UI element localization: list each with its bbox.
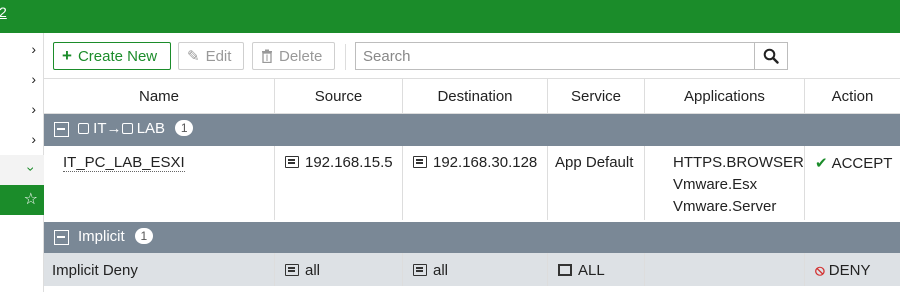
application-item: Vmware.Esx	[673, 176, 758, 193]
group-label-implicit: Implicit	[78, 228, 125, 245]
chevron-down-icon: ›	[23, 166, 40, 172]
sidebar-item-3[interactable]: ›	[0, 95, 44, 125]
delete-label: Delete	[279, 47, 323, 65]
chevron-right-icon: ›	[31, 71, 36, 87]
cell-name[interactable]: Implicit Deny	[44, 253, 275, 286]
pencil-icon: ✎	[187, 48, 200, 65]
column-header-destination[interactable]: Destination	[403, 78, 548, 114]
cell-destination[interactable]: all	[403, 253, 548, 286]
group-count-badge: 1	[175, 120, 194, 136]
search-input[interactable]	[355, 42, 755, 70]
application-item: HTTPS.BROWSER	[673, 154, 804, 171]
source-value: all	[305, 262, 321, 279]
column-header-service[interactable]: Service	[548, 78, 645, 114]
sidebar-item-favorite[interactable]: ☆	[0, 185, 44, 215]
service-value: App Default	[555, 154, 634, 171]
cell-applications[interactable]: HTTPS.BROWSER Vmware.Esx Vmware.Server	[645, 146, 805, 220]
chevron-right-icon: ›	[31, 131, 36, 147]
cell-action[interactable]: ⦸ DENY	[805, 253, 900, 286]
create-new-label: Create New	[77, 47, 158, 65]
search-button[interactable]	[754, 42, 788, 70]
create-new-button[interactable]: + Create New	[53, 42, 171, 70]
top-bar: 2	[0, 0, 900, 33]
topbar-partial-text[interactable]: 2	[0, 4, 7, 20]
trash-icon	[262, 49, 272, 63]
cell-source[interactable]: 192.168.15.5	[275, 146, 403, 220]
edit-button[interactable]: ✎ Edit	[178, 42, 244, 70]
sidebar: › › › › › ☆	[0, 33, 44, 292]
cell-name[interactable]: IT_PC_LAB_ESXI	[44, 146, 275, 220]
action-value: ACCEPT	[831, 155, 893, 172]
application-item: Vmware.Server	[673, 198, 777, 215]
group-count-badge: 1	[134, 228, 153, 244]
check-icon: ✔	[815, 155, 828, 172]
cell-destination[interactable]: 192.168.30.128	[403, 146, 548, 220]
toolbar: + Create New ✎ Edit Delete	[44, 33, 900, 78]
group-label: IT→ LAB 1	[78, 120, 194, 137]
cell-source[interactable]: all	[275, 253, 403, 286]
star-icon: ☆	[23, 191, 38, 208]
source-value: 192.168.15.5	[305, 154, 393, 171]
destination-value: 192.168.30.128	[433, 154, 538, 171]
deny-icon: ⦸	[815, 262, 825, 279]
sidebar-item-1[interactable]: ›	[0, 35, 44, 65]
toolbar-divider	[345, 44, 346, 70]
collapse-icon[interactable]	[54, 122, 69, 137]
address-icon	[285, 156, 299, 168]
destination-value: all	[433, 262, 449, 279]
address-icon	[413, 156, 427, 168]
group-label-to: LAB	[136, 120, 166, 137]
chevron-right-icon: ›	[31, 41, 36, 57]
cell-service[interactable]: ALL	[548, 253, 645, 286]
interface-icon	[78, 123, 89, 134]
sidebar-item-2[interactable]: ›	[0, 65, 44, 95]
group-row-implicit[interactable]: Implicit 1	[44, 222, 900, 254]
interface-icon	[121, 123, 133, 134]
action-value: DENY	[828, 262, 871, 279]
service-value: ALL	[578, 262, 605, 279]
service-icon	[558, 264, 572, 276]
edit-label: Edit	[205, 47, 232, 65]
policy-name: Implicit Deny	[52, 262, 138, 279]
sidebar-item-expanded[interactable]: ›	[0, 155, 44, 185]
column-header-action[interactable]: Action	[805, 78, 900, 114]
collapse-icon[interactable]	[54, 230, 69, 245]
group-row-it-lab[interactable]: IT→ LAB 1	[44, 114, 900, 146]
plus-icon: +	[62, 46, 72, 65]
column-header-name[interactable]: Name	[44, 78, 275, 114]
group-label: Implicit 1	[78, 228, 153, 245]
delete-button[interactable]: Delete	[252, 42, 335, 70]
address-icon	[285, 264, 299, 276]
sidebar-item-4[interactable]: ›	[0, 125, 44, 155]
column-header-source[interactable]: Source	[275, 78, 403, 114]
policy-name[interactable]: IT_PC_LAB_ESXI	[63, 154, 185, 172]
group-label-from: IT	[93, 120, 107, 137]
address-icon	[413, 264, 427, 276]
column-header-applications[interactable]: Applications	[645, 78, 805, 114]
chevron-right-icon: ›	[31, 101, 36, 117]
cell-action[interactable]: ✔ ACCEPT	[805, 146, 900, 220]
cell-applications[interactable]	[645, 253, 805, 286]
search-icon	[763, 48, 779, 64]
group-arrow: →	[106, 120, 122, 137]
cell-service[interactable]: App Default	[548, 146, 645, 220]
